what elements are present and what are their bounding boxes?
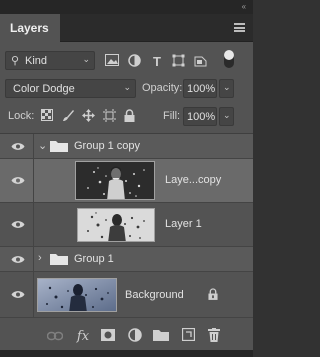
opacity-slider-button[interactable]: ⌄ — [219, 79, 234, 98]
visibility-column — [0, 159, 34, 202]
filter-toggle-switch[interactable] — [224, 50, 234, 68]
layer-row-background[interactable]: Background — [0, 272, 253, 318]
lock-position-icon[interactable] — [80, 109, 96, 125]
filter-row: ⚲ Kind ⌄ T — [0, 50, 253, 72]
search-icon: ⚲ — [11, 55, 20, 67]
panel-tab-bar: Layers — [0, 14, 253, 42]
bottom-toolbar: fx — [0, 324, 253, 350]
kind-filter-dropdown[interactable]: ⚲ Kind ⌄ — [5, 51, 95, 70]
layer-name[interactable]: Background — [125, 289, 184, 301]
fill-input[interactable]: 100% — [183, 107, 217, 126]
chevron-right-icon[interactable]: › — [38, 252, 42, 264]
layer-name[interactable]: Laye...copy — [165, 174, 221, 186]
folder-icon — [50, 140, 68, 152]
link-layers-icon[interactable] — [46, 328, 64, 346]
chevron-down-icon: ⌄ — [123, 82, 131, 92]
chevron-down-icon: ⌄ — [223, 110, 231, 120]
blend-mode-dropdown[interactable]: Color Dodge ⌄ — [5, 79, 136, 98]
layer-row-group-1-copy[interactable]: ⌄ Group 1 copy — [0, 134, 253, 159]
layers-panel: ⚲ Kind ⌄ T Color Dodge ⌄ Opacity: 100% ⌄… — [0, 42, 253, 357]
opacity-value: 100% — [187, 83, 216, 95]
shape-layer-filter-icon[interactable] — [169, 54, 187, 70]
add-mask-icon[interactable] — [99, 328, 117, 346]
layer-name[interactable]: Group 1 copy — [74, 140, 140, 152]
lock-icon — [208, 288, 218, 303]
eye-icon[interactable] — [11, 176, 25, 185]
eye-icon[interactable] — [11, 142, 25, 151]
new-group-icon[interactable] — [152, 328, 170, 346]
opacity-label: Opacity: — [142, 82, 183, 94]
fill-slider-button[interactable]: ⌄ — [219, 107, 234, 126]
chevron-down-icon[interactable]: ⌄ — [38, 139, 47, 152]
tab-layers[interactable]: Layers — [0, 14, 60, 42]
filter-toggle-knob — [224, 50, 234, 60]
panel-top-strip: ‹‹ — [0, 0, 253, 14]
opacity-input[interactable]: 100% — [183, 79, 217, 98]
layer-row-layer-1[interactable]: Layer 1 — [0, 203, 253, 247]
collapse-panel-icon[interactable]: ‹‹ — [242, 2, 246, 11]
visibility-column — [0, 134, 34, 158]
smart-object-filter-icon[interactable] — [191, 54, 209, 70]
new-layer-icon[interactable] — [179, 327, 197, 346]
lock-label: Lock: — [8, 110, 35, 122]
lock-row: Lock: Fill: 100% ⌄ — [0, 106, 253, 128]
delete-layer-icon[interactable] — [205, 328, 223, 346]
layer-row-layer-1-copy[interactable]: Laye...copy — [0, 159, 253, 203]
visibility-column — [0, 272, 34, 317]
blend-row: Color Dodge ⌄ Opacity: 100% ⌄ — [0, 78, 253, 100]
fill-label: Fill: — [163, 110, 181, 122]
chevron-down-icon: ⌄ — [82, 54, 90, 64]
panel-bottom-strip — [0, 350, 253, 357]
visibility-column — [0, 247, 34, 271]
layer-row-group-1[interactable]: › Group 1 — [0, 247, 253, 272]
type-layer-filter-icon[interactable]: T — [148, 54, 166, 70]
lock-all-icon[interactable] — [121, 109, 137, 125]
lock-transparent-pixels-icon[interactable] — [39, 109, 55, 125]
layer-name[interactable]: Group 1 — [74, 253, 114, 265]
eye-icon[interactable] — [11, 255, 25, 264]
lock-artboard-icon[interactable] — [101, 109, 117, 125]
kind-filter-value: Kind — [25, 55, 48, 67]
adjustment-layer-icon[interactable] — [126, 328, 144, 346]
chevron-down-icon: ⌄ — [223, 82, 231, 92]
pixel-layer-filter-icon[interactable] — [103, 54, 121, 70]
lock-image-pixels-icon[interactable] — [60, 109, 76, 125]
layer-thumbnail — [37, 278, 117, 312]
adjustment-layer-filter-icon[interactable] — [125, 54, 143, 70]
panel-menu-icon[interactable] — [234, 23, 245, 32]
eye-icon[interactable] — [11, 220, 25, 229]
visibility-column — [0, 203, 34, 246]
layer-name[interactable]: Layer 1 — [165, 218, 202, 230]
fill-value: 100% — [187, 111, 216, 123]
layer-thumbnail — [75, 161, 155, 200]
folder-icon — [50, 253, 68, 265]
blend-mode-value: Color Dodge — [13, 83, 75, 95]
eye-icon[interactable] — [11, 290, 25, 299]
fx-icon[interactable]: fx — [74, 328, 92, 346]
layer-thumbnail — [77, 208, 155, 242]
